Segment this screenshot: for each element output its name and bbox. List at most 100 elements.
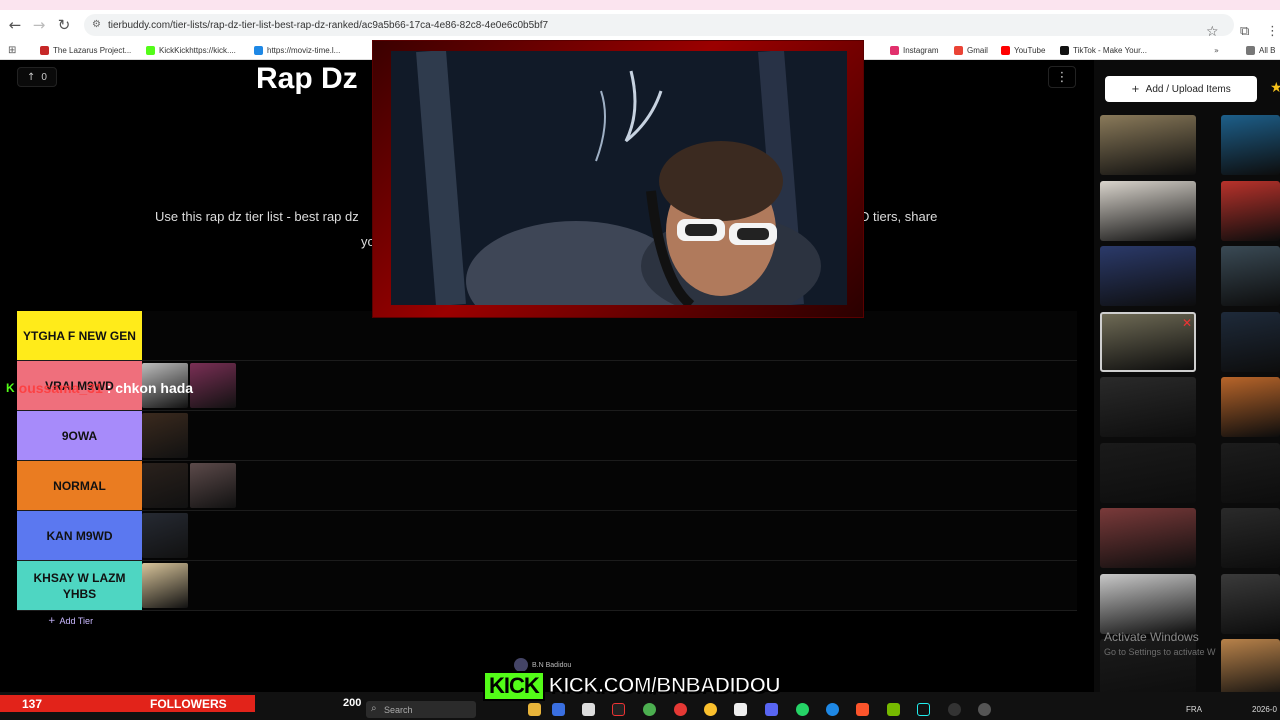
back-icon[interactable]: ← [3, 13, 27, 37]
avatar [514, 658, 528, 672]
streamer-tag: B.N Badidou [514, 658, 571, 672]
tier-item-image[interactable] [190, 363, 236, 408]
bookmark-label: TikTok - Make Your... [1073, 45, 1147, 55]
apps-grid-icon[interactable]: ⊞ [8, 43, 16, 57]
tier-label[interactable]: KAN M9WD [17, 511, 142, 560]
bookmark-favicon-icon [1060, 45, 1069, 55]
chrome-icon[interactable] [674, 703, 687, 716]
kick-chat-icon: K [6, 381, 15, 395]
tier-row: KAN M9WD [17, 511, 1077, 561]
unranked-item[interactable] [1221, 573, 1280, 634]
bookmark-label: https://moviz-time.l... [267, 45, 341, 55]
unranked-item[interactable] [1100, 246, 1196, 306]
webcam-overlay [372, 40, 864, 318]
followers-label: FOLLOWERS [150, 697, 227, 711]
unranked-item[interactable]: ✕ [1100, 311, 1196, 372]
unranked-item[interactable] [1100, 442, 1196, 503]
upload-label: Add / Upload Items [1145, 83, 1231, 95]
unranked-item[interactable] [1100, 115, 1196, 175]
bookmarks-overflow-icon[interactable]: » [1214, 43, 1219, 57]
tier-row: NORMAL [17, 461, 1077, 511]
tier-item-image[interactable] [190, 463, 236, 508]
bookmark-item[interactable]: https://moviz-time.l... [254, 43, 340, 57]
unranked-item[interactable] [1221, 246, 1280, 306]
tier-label[interactable]: 9OWA [17, 411, 142, 460]
tier-item-image[interactable] [142, 563, 188, 608]
unranked-item[interactable] [1221, 377, 1280, 437]
bookmark-item[interactable]: Instagram [890, 43, 939, 57]
bookmark-item[interactable]: The Lazarus Project... [40, 43, 131, 57]
unranked-item[interactable] [1221, 115, 1280, 175]
whatsapp-icon[interactable] [796, 703, 809, 716]
upvote-button[interactable]: ↑ 0 [17, 67, 57, 87]
unranked-item[interactable] [1221, 180, 1280, 241]
capcut-icon[interactable] [734, 703, 747, 716]
site-info-icon[interactable]: ⚙ [92, 19, 101, 30]
browser-menu-icon[interactable]: ⋮ [1266, 24, 1279, 39]
tier-row: YTGHA F NEW GEN [17, 311, 1077, 361]
arrow-up-icon: ↑ [27, 71, 36, 83]
description-text: D tiers, share [860, 209, 938, 224]
chrome-icon[interactable] [826, 703, 839, 716]
forward-icon[interactable]: → [27, 13, 51, 37]
file-explorer-icon[interactable] [528, 703, 541, 716]
tier-label[interactable]: KHSAY W LAZM YHBS [17, 561, 142, 610]
add-upload-items-button[interactable]: + Add / Upload Items [1105, 76, 1257, 102]
chrome-icon[interactable] [643, 703, 656, 716]
unranked-item[interactable] [1100, 377, 1196, 437]
discord-icon[interactable] [765, 703, 778, 716]
reload-icon[interactable]: ↻ [52, 13, 76, 37]
bookmark-item[interactable]: All B [1246, 43, 1275, 57]
unranked-item[interactable] [1221, 442, 1280, 503]
streamer-name: B.N Badidou [532, 661, 572, 669]
url-field[interactable]: ⚙ tierbuddy.com/tier-lists/rap-dz-tier-l… [84, 14, 1234, 36]
bookmark-star-icon[interactable]: ☆ [1206, 24, 1219, 40]
plus-icon: + [48, 616, 56, 626]
favorite-star-icon[interactable]: ★ [1270, 80, 1280, 96]
tiktok-icon[interactable] [917, 703, 930, 716]
settings-icon[interactable] [978, 703, 991, 716]
tier-item-image[interactable] [142, 513, 188, 558]
followers-count: 137 [22, 697, 43, 711]
brave-icon[interactable] [856, 703, 869, 716]
nvidia-icon[interactable] [887, 703, 900, 716]
tab-strip [0, 0, 1280, 10]
unranked-item[interactable] [1100, 573, 1196, 634]
bookmark-item[interactable]: YouTube [1001, 43, 1045, 57]
tiktok-icon[interactable] [612, 703, 625, 716]
bookmark-item[interactable]: Gmail [954, 43, 988, 57]
store-icon[interactable] [552, 703, 565, 716]
folder-icon [1246, 45, 1255, 55]
tier-row: 9OWA [17, 411, 1077, 461]
tier-label[interactable]: NORMAL [17, 461, 142, 510]
extensions-icon[interactable]: ⧉ [1240, 24, 1249, 39]
tier-list: YTGHA F NEW GEN VRAI M9WD 9OWA NORMAL KAN M9… [17, 311, 1077, 611]
unranked-item[interactable] [1100, 180, 1196, 241]
unranked-item[interactable] [1100, 508, 1196, 568]
tier-item-image[interactable] [142, 463, 188, 508]
page-title: Rap Dz [256, 62, 358, 95]
bookmark-favicon-icon [1001, 45, 1010, 55]
more-options-icon[interactable]: ⋮ [1048, 66, 1076, 88]
chatgpt-icon[interactable] [582, 703, 595, 716]
bookmark-label: KickKickhttps://kick.... [159, 45, 236, 55]
unranked-item[interactable] [1221, 508, 1280, 568]
bookmark-item[interactable]: KickKickhttps://kick.... [146, 43, 236, 57]
tier-items [142, 511, 188, 560]
add-tier-button[interactable]: + Add Tier [48, 616, 93, 626]
chat-username: oussama_31 [18, 380, 103, 396]
remove-item-icon[interactable]: ✕ [1182, 316, 1192, 330]
bookmark-item[interactable]: TikTok - Make Your... [1060, 43, 1147, 57]
bookmark-label: YouTube [1014, 45, 1046, 55]
tier-items [142, 411, 188, 460]
clock-date[interactable]: 2026-0 [1252, 705, 1277, 714]
unranked-item[interactable] [1221, 311, 1280, 372]
bookmark-favicon-icon [146, 45, 155, 55]
obs-icon[interactable] [948, 703, 961, 716]
keyboard-language[interactable]: FRA [1186, 705, 1202, 714]
taskbar-search[interactable]: ⌕ Search [366, 701, 476, 718]
tier-item-image[interactable] [142, 413, 188, 458]
tier-label[interactable]: YTGHA F NEW GEN [17, 311, 142, 360]
chrome-icon[interactable] [704, 703, 717, 716]
unranked-item[interactable] [1221, 639, 1280, 699]
